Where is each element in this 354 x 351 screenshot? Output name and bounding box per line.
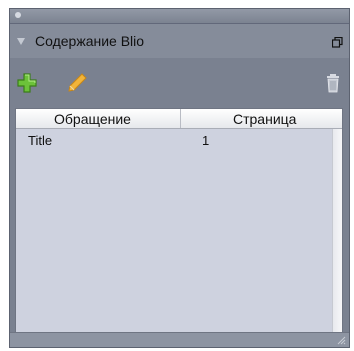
cell-reference: Title — [28, 133, 53, 148]
grab-dot-icon — [15, 12, 21, 18]
cell-page: 1 — [202, 133, 210, 148]
detach-window-icon[interactable] — [332, 37, 343, 48]
table-row[interactable]: Title 1 — [16, 130, 333, 150]
panel-title: Содержание Blio — [35, 33, 145, 49]
panel-footer — [10, 332, 349, 347]
delete-button[interactable] — [322, 72, 344, 94]
column-header-reference[interactable]: Обращение — [54, 111, 131, 127]
vertical-scrollbar[interactable] — [332, 129, 342, 334]
list-header: Обращение Страница — [16, 109, 342, 129]
plus-icon — [17, 73, 37, 93]
pencil-icon — [68, 73, 87, 92]
add-button[interactable] — [16, 72, 38, 94]
panel-toolbar — [10, 59, 349, 107]
panel-grab-bar[interactable] — [10, 9, 349, 24]
column-divider[interactable] — [180, 109, 181, 128]
contents-list[interactable]: Обращение Страница Title 1 — [15, 108, 343, 335]
resize-grip-icon[interactable] — [337, 336, 346, 345]
panel-title-bar: Содержание Blio — [10, 24, 349, 58]
trash-icon — [327, 74, 339, 93]
blio-contents-panel: Содержание Blio Обращение Страница Title… — [9, 8, 350, 348]
disclosure-triangle-icon[interactable] — [17, 38, 25, 45]
column-header-page[interactable]: Страница — [233, 111, 296, 127]
edit-button[interactable] — [66, 72, 88, 94]
